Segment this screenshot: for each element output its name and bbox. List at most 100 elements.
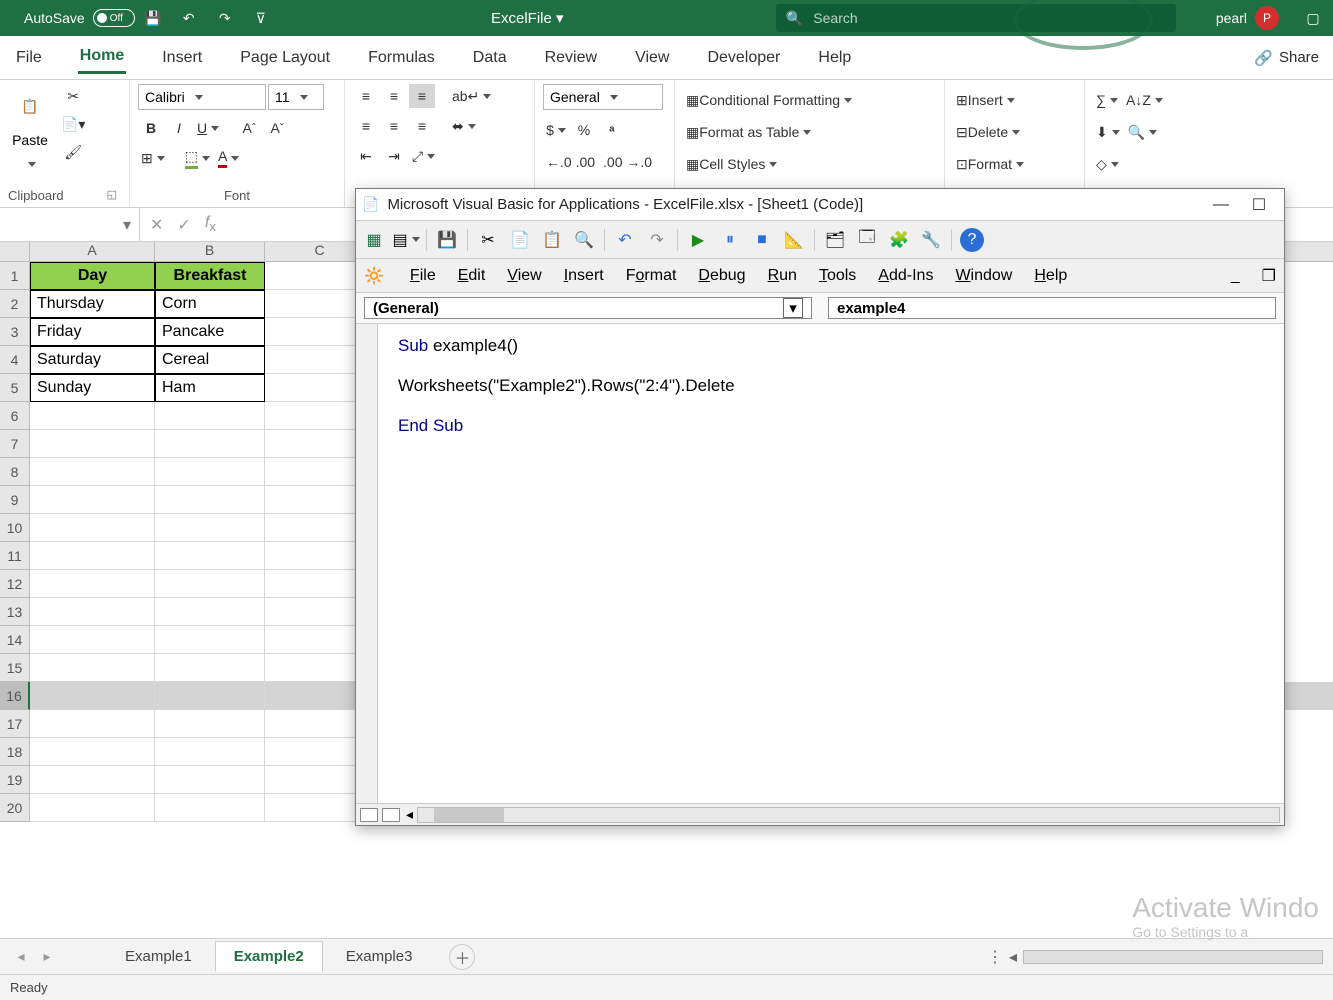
col-header-b[interactable]: B: [155, 242, 265, 261]
decrease-decimal-button[interactable]: .00 →.0: [600, 150, 655, 174]
font-color-button[interactable]: A: [215, 146, 242, 170]
percent-button[interactable]: %: [571, 118, 597, 142]
cell[interactable]: Corn: [155, 290, 265, 318]
vba-excel-icon[interactable]: ▦: [362, 228, 386, 252]
cell[interactable]: [155, 570, 265, 598]
account-button[interactable]: pearl P: [1216, 6, 1279, 30]
row-header[interactable]: 17: [0, 710, 30, 738]
vba-scroll-left[interactable]: ◂: [406, 806, 413, 823]
vba-object-browser-button[interactable]: 🧩: [887, 228, 911, 252]
row-header[interactable]: 6: [0, 402, 30, 430]
comma-button[interactable]: ᵃ: [599, 118, 625, 142]
tab-insert[interactable]: Insert: [160, 43, 204, 73]
tab-formulas[interactable]: Formulas: [366, 43, 437, 73]
vba-pause-button[interactable]: ⏸: [718, 228, 742, 252]
increase-indent-button[interactable]: ⇥: [381, 144, 407, 168]
cell[interactable]: [30, 458, 155, 486]
vba-menu-view[interactable]: View: [507, 267, 541, 285]
autosum-button[interactable]: ∑: [1093, 88, 1121, 112]
tab-help[interactable]: Help: [816, 43, 853, 73]
undo-button[interactable]: ↶: [179, 8, 199, 28]
row-header[interactable]: 12: [0, 570, 30, 598]
format-as-table-button[interactable]: ▦ Format as Table: [683, 120, 936, 144]
vba-insert-module-button[interactable]: ▤: [394, 228, 418, 252]
find-select-button[interactable]: 🔍: [1125, 120, 1160, 144]
vba-design-mode-button[interactable]: 📐: [782, 228, 806, 252]
align-bottom-button[interactable]: ≡: [409, 84, 435, 108]
name-box[interactable]: ▾: [0, 208, 140, 241]
vba-undo-button[interactable]: ↶: [613, 228, 637, 252]
cell[interactable]: [155, 710, 265, 738]
vba-menu-addins[interactable]: Add-Ins: [878, 267, 933, 285]
row-header[interactable]: 10: [0, 514, 30, 542]
row-header[interactable]: 20: [0, 794, 30, 822]
row-header[interactable]: 2: [0, 290, 30, 318]
row-header[interactable]: 13: [0, 598, 30, 626]
copy-button[interactable]: 📄▾: [58, 112, 88, 136]
format-cells-button[interactable]: ⊡ Format: [953, 152, 1076, 176]
autosave-toggle[interactable]: Off: [93, 9, 135, 27]
cell[interactable]: [30, 682, 155, 710]
align-middle-button[interactable]: ≡: [381, 84, 407, 108]
cell[interactable]: [155, 542, 265, 570]
orientation-button[interactable]: ⤢: [409, 144, 438, 168]
vba-cut-button[interactable]: ✂: [476, 228, 500, 252]
align-top-button[interactable]: ≡: [353, 84, 379, 108]
align-right-button[interactable]: ≡: [409, 114, 435, 138]
search-input[interactable]: 🔍 Search: [776, 4, 1176, 32]
fill-color-button[interactable]: ⬚: [182, 146, 213, 170]
fill-button[interactable]: ⬇: [1093, 120, 1123, 144]
vba-inner-minimize[interactable]: _: [1231, 267, 1240, 285]
row-header[interactable]: 3: [0, 318, 30, 346]
cell[interactable]: [155, 654, 265, 682]
row-header[interactable]: 4: [0, 346, 30, 374]
cell[interactable]: Thursday: [30, 290, 155, 318]
vba-menu-format[interactable]: Format: [626, 267, 677, 285]
cell-styles-button[interactable]: ▦ Cell Styles: [683, 152, 936, 176]
vba-full-module-view-button[interactable]: [360, 808, 378, 822]
sheet-tab-example2[interactable]: Example2: [215, 941, 323, 972]
vba-project-explorer-button[interactable]: 🗂: [823, 228, 847, 252]
cell[interactable]: [155, 402, 265, 430]
cell[interactable]: [155, 458, 265, 486]
cell[interactable]: Sunday: [30, 374, 155, 402]
tab-review[interactable]: Review: [543, 43, 599, 73]
cell[interactable]: [155, 794, 265, 822]
cell[interactable]: [30, 486, 155, 514]
row-header[interactable]: 7: [0, 430, 30, 458]
cell[interactable]: [30, 710, 155, 738]
tab-home[interactable]: Home: [78, 41, 126, 74]
vba-window[interactable]: 📄 Microsoft Visual Basic for Application…: [355, 188, 1285, 826]
row-header[interactable]: 11: [0, 542, 30, 570]
cell[interactable]: Breakfast: [155, 262, 265, 290]
cell[interactable]: [155, 514, 265, 542]
borders-button[interactable]: ⊞: [138, 146, 168, 170]
h-scroll-left[interactable]: ◂: [1009, 947, 1017, 967]
vba-menu-window[interactable]: Window: [955, 267, 1012, 285]
italic-button[interactable]: I: [166, 116, 192, 140]
cell[interactable]: [30, 626, 155, 654]
vba-menu-run[interactable]: Run: [768, 267, 797, 285]
cell[interactable]: [30, 598, 155, 626]
increase-font-button[interactable]: Aˆ: [236, 116, 262, 140]
cell[interactable]: Pancake: [155, 318, 265, 346]
row-header[interactable]: 16: [0, 682, 30, 710]
row-header[interactable]: 18: [0, 738, 30, 766]
cell[interactable]: Saturday: [30, 346, 155, 374]
cell[interactable]: [155, 682, 265, 710]
align-left-button[interactable]: ≡: [353, 114, 379, 138]
vba-object-select[interactable]: (General)▾: [364, 297, 812, 319]
vba-minimize-button[interactable]: —: [1202, 196, 1240, 214]
bold-button[interactable]: B: [138, 116, 164, 140]
vba-view-icon[interactable]: 🔆: [364, 266, 384, 286]
vba-menu-tools[interactable]: Tools: [819, 267, 856, 285]
cell[interactable]: Ham: [155, 374, 265, 402]
vba-procedure-view-button[interactable]: [382, 808, 400, 822]
vba-properties-button[interactable]: 🗔: [855, 228, 879, 252]
tab-data[interactable]: Data: [471, 43, 509, 73]
vba-menu-debug[interactable]: Debug: [698, 267, 745, 285]
vba-run-button[interactable]: ▶: [686, 228, 710, 252]
sheet-nav-first[interactable]: ◂: [10, 948, 32, 965]
paste-button[interactable]: 📋: [8, 84, 52, 128]
decrease-font-button[interactable]: Aˇ: [264, 116, 290, 140]
